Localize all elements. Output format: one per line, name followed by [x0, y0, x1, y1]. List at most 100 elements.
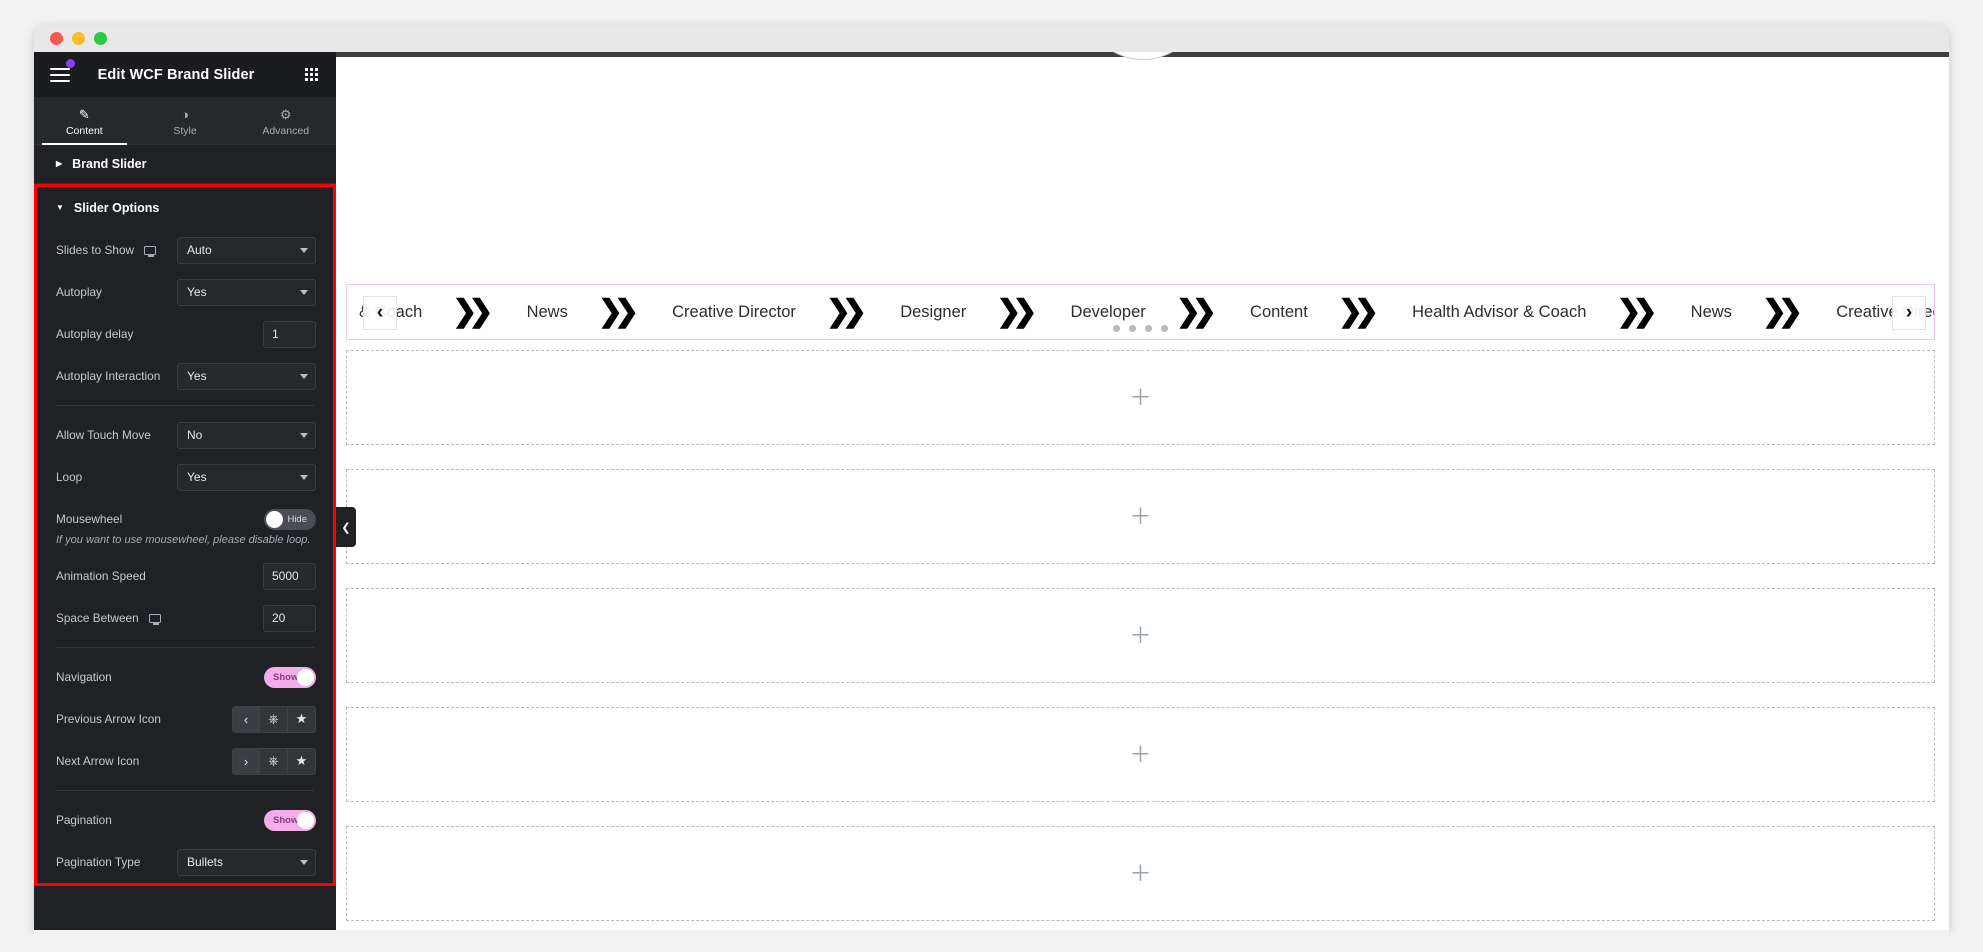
- pencil-icon: ✎: [78, 106, 90, 122]
- animation-speed-input[interactable]: [263, 562, 316, 590]
- allow-touch-move-label: Allow Touch Move: [56, 428, 151, 442]
- slider-next-arrow-button[interactable]: ›: [1892, 296, 1926, 330]
- hamburger-menu-button[interactable]: [34, 52, 86, 97]
- autoplay-interaction-select[interactable]: Yes: [177, 362, 316, 390]
- space-between-input[interactable]: [263, 604, 316, 632]
- brand-slide-label: Developer: [1070, 302, 1146, 321]
- apps-grid-button[interactable]: [286, 52, 336, 97]
- upload-icon[interactable]: ⎈: [260, 705, 288, 733]
- divider: [56, 405, 314, 406]
- double-chevron-right-icon: ❯❯: [996, 295, 1037, 328]
- tab-advanced[interactable]: ⚙ Advanced: [235, 97, 336, 144]
- star-icon[interactable]: ★: [288, 747, 316, 775]
- brand-slide-label: News: [526, 302, 568, 321]
- close-window-button[interactable]: [50, 32, 63, 45]
- tab-content[interactable]: ✎ Content: [34, 97, 135, 145]
- chevron-left-icon: ❮: [341, 521, 351, 534]
- control-next-arrow-icon: Next Arrow Icon › ⎈ ★: [37, 740, 333, 782]
- pagination-bullet[interactable]: [1129, 325, 1136, 332]
- pagination-toggle[interactable]: Show: [264, 809, 316, 831]
- double-chevron-right-icon: ❯❯: [1337, 295, 1379, 328]
- empty-section-drop-area[interactable]: ＋: [346, 350, 1935, 445]
- section-slider-options-label: Slider Options: [73, 201, 160, 215]
- chevron-right-icon: ▶: [56, 159, 63, 168]
- brand-slide-item[interactable]: Health Advisor & Coach ❯❯: [1382, 297, 1661, 327]
- slides-to-show-label: Slides to Show: [56, 243, 135, 257]
- slider-prev-arrow-button[interactable]: ‹: [363, 296, 397, 330]
- double-chevron-right-icon: ❯❯: [1616, 295, 1657, 328]
- desktop-icon[interactable]: [148, 613, 161, 625]
- brand-slide-item[interactable]: Content ❯❯: [1220, 297, 1382, 327]
- plus-icon[interactable]: ＋: [1129, 386, 1151, 409]
- brand-slide-label: News: [1690, 302, 1732, 321]
- editor-canvas: ❮ & Coach❯❯News❯❯Creative Director❯❯Desi…: [336, 52, 1949, 930]
- control-animation-speed: Animation Speed: [37, 555, 333, 597]
- plus-icon[interactable]: ＋: [1129, 862, 1151, 885]
- brand-slide-label: & Coach: [359, 302, 423, 321]
- loop-label: Loop: [56, 470, 83, 484]
- control-navigation: Navigation Show: [37, 656, 333, 698]
- section-slider-options-header[interactable]: ▼ Slider Options: [37, 187, 333, 229]
- autoplay-delay-input[interactable]: [263, 320, 316, 348]
- upload-icon[interactable]: ⎈: [260, 747, 288, 775]
- tab-style[interactable]: ◑ Style: [135, 97, 236, 144]
- chevron-left-icon[interactable]: ‹: [232, 705, 260, 733]
- star-icon[interactable]: ★: [288, 705, 316, 733]
- brand-slider-widget[interactable]: & Coach❯❯News❯❯Creative Director❯❯Design…: [346, 284, 1935, 340]
- tab-style-label: Style: [173, 124, 197, 137]
- brand-slide-item[interactable]: Developer ❯❯: [1041, 297, 1221, 327]
- desktop-icon[interactable]: [144, 245, 157, 257]
- mousewheel-toggle[interactable]: Hide: [264, 508, 316, 530]
- gear-icon: ⚙: [279, 106, 292, 122]
- pagination-bullet[interactable]: [1113, 325, 1120, 332]
- double-chevron-right-icon: ❯❯: [452, 295, 493, 328]
- pagination-bullet[interactable]: [1145, 325, 1152, 332]
- pagination-bullet[interactable]: [1161, 325, 1168, 332]
- empty-section-drop-area[interactable]: ＋: [346, 707, 1935, 802]
- section-brand-slider[interactable]: ▶ Brand Slider: [34, 145, 336, 184]
- brand-slide-item[interactable]: News ❯❯: [1661, 297, 1807, 327]
- pagination-type-select[interactable]: Bullets: [177, 848, 316, 876]
- control-allow-touch-move: Allow Touch Move No: [37, 414, 333, 456]
- tab-advanced-label: Advanced: [262, 124, 310, 137]
- empty-section-drop-area[interactable]: ＋: [346, 588, 1935, 683]
- previous-arrow-icon-label: Previous Arrow Icon: [56, 712, 161, 726]
- elementor-panel: Edit WCF Brand Slider ✎ Content ◑ Style: [34, 52, 336, 930]
- plus-icon[interactable]: ＋: [1129, 624, 1151, 647]
- panel-tabs: ✎ Content ◑ Style ⚙ Advanced: [34, 97, 336, 145]
- minimize-window-button[interactable]: [72, 32, 85, 45]
- slides-to-show-select[interactable]: Auto: [177, 236, 316, 264]
- brand-slide-label: Designer: [900, 302, 967, 321]
- maximize-window-button[interactable]: [94, 32, 107, 45]
- control-autoplay-delay: Autoplay delay: [37, 313, 333, 355]
- navigation-label: Navigation: [56, 670, 112, 684]
- control-pagination-type: Pagination Type Bullets: [37, 841, 333, 883]
- panel-footer: [34, 902, 336, 930]
- chevron-right-icon[interactable]: ›: [232, 747, 260, 775]
- panel-collapse-handle[interactable]: ❮: [336, 507, 356, 547]
- control-slides-to-show: Slides to Show Auto: [37, 229, 333, 271]
- allow-touch-move-select[interactable]: No: [177, 421, 316, 449]
- previous-arrow-icon-picker: ‹ ⎈ ★: [232, 705, 316, 733]
- double-chevron-right-icon: ❯❯: [825, 295, 867, 328]
- half-circle-icon: ◑: [181, 106, 189, 122]
- plus-icon[interactable]: ＋: [1129, 505, 1151, 528]
- autoplay-label: Autoplay: [56, 285, 102, 299]
- brand-slide-item[interactable]: News ❯❯: [497, 297, 643, 327]
- double-chevron-right-icon: ❯❯: [1761, 295, 1803, 328]
- empty-section-drop-area[interactable]: ＋: [346, 826, 1935, 921]
- mousewheel-help-text: If you want to use mousewheel, please di…: [56, 534, 311, 546]
- double-chevron-right-icon: ❯❯: [1175, 295, 1217, 328]
- empty-section-drop-area[interactable]: ＋: [346, 469, 1935, 564]
- brand-slide-label: Health Advisor & Coach: [1412, 302, 1587, 321]
- navigation-toggle[interactable]: Show: [264, 666, 316, 688]
- plus-icon[interactable]: ＋: [1129, 743, 1151, 766]
- mousewheel-label: Mousewheel: [56, 512, 123, 526]
- control-loop: Loop Yes: [37, 456, 333, 498]
- control-space-between: Space Between: [37, 597, 333, 639]
- brand-slide-item[interactable]: Designer ❯❯: [870, 297, 1040, 327]
- brand-slide-item[interactable]: Creative Director ❯❯: [642, 297, 870, 327]
- loop-select[interactable]: Yes: [177, 463, 316, 491]
- window-bottom-strip: [34, 930, 1949, 952]
- autoplay-select[interactable]: Yes: [177, 278, 316, 306]
